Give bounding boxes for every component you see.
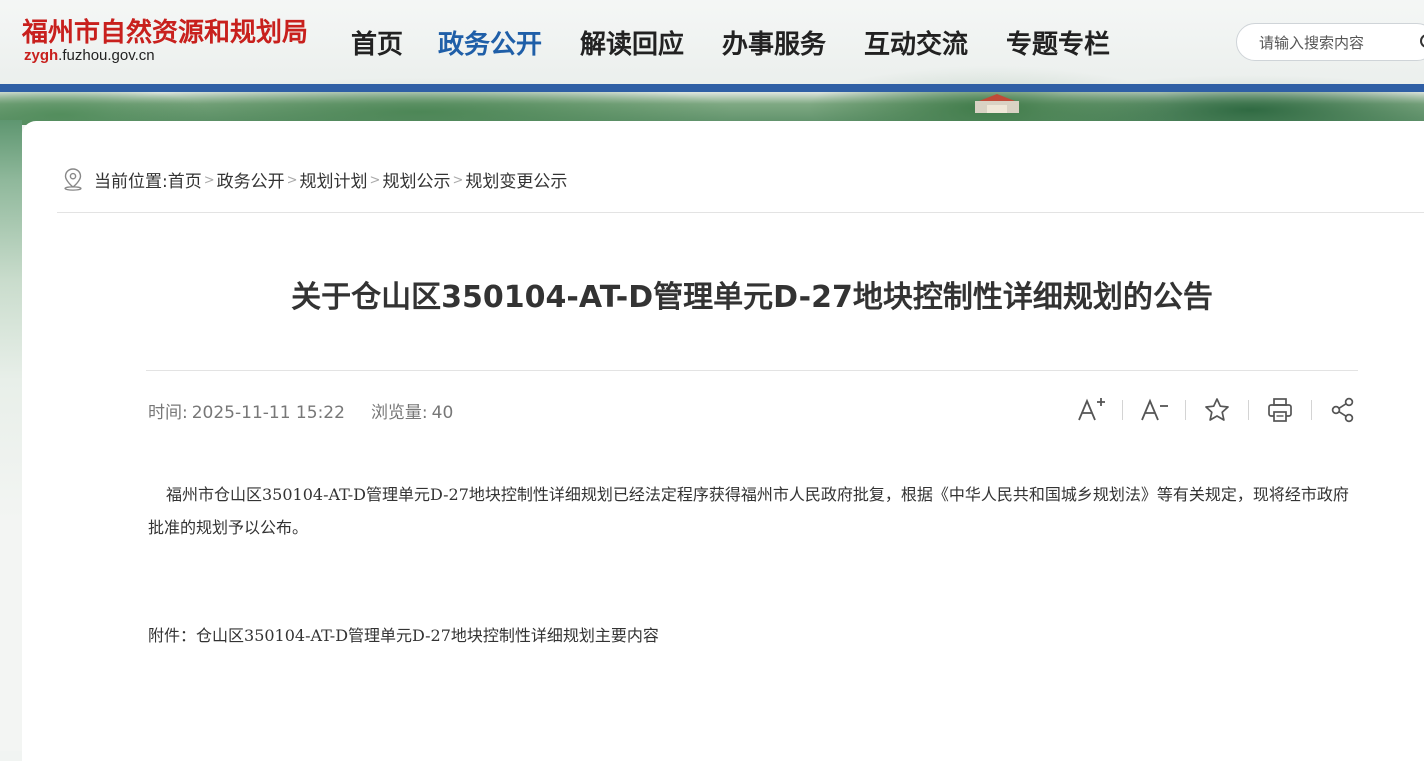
title-divider — [146, 370, 1358, 371]
breadcrumb-label: 当前位置: — [94, 171, 168, 192]
tool-separator — [1185, 400, 1186, 420]
share-icon — [1331, 397, 1354, 423]
search-input[interactable] — [1257, 31, 1407, 55]
breadcrumb-separator: > — [203, 172, 215, 188]
views-label: 浏览量: — [370, 403, 428, 423]
font-increase-icon — [1078, 398, 1105, 421]
time-label: 时间: — [148, 403, 188, 423]
site-url-rest: .fuzhou.gov.cn — [58, 47, 155, 64]
breadcrumb-planning-change-notices[interactable]: 规划变更公示 — [465, 167, 567, 192]
font-decrease-button[interactable] — [1136, 394, 1172, 426]
breadcrumb-home[interactable]: 首页 — [168, 167, 202, 192]
article-tools — [1073, 394, 1361, 426]
tool-separator — [1122, 400, 1123, 420]
attachment-label: 附件： — [148, 626, 197, 645]
search-icon[interactable] — [1419, 33, 1424, 53]
article-meta: 时间: 2025-11-11 15:22 浏览量: 40 — [148, 398, 457, 423]
tool-separator — [1248, 400, 1249, 420]
font-increase-button[interactable] — [1073, 394, 1109, 426]
header-blue-rule — [0, 84, 1424, 92]
star-icon — [1205, 398, 1229, 421]
attachment-link[interactable]: 仓山区350104-AT-D管理单元D-27地块控制性详细规划主要内容 — [196, 626, 659, 645]
time-value: 2025-11-11 15:22 — [191, 403, 345, 423]
breadcrumb-planning-notices[interactable]: 规划公示 — [382, 167, 450, 192]
breadcrumb-divider — [57, 212, 1424, 213]
nav-government-affairs[interactable]: 政务公开 — [438, 24, 542, 61]
nav-interpretation[interactable]: 解读回应 — [580, 24, 684, 61]
tool-separator — [1311, 400, 1312, 420]
content-card — [22, 121, 1424, 761]
article-paragraph: 福州市仓山区350104-AT-D管理单元D-27地块控制性详细规划已经法定程序… — [148, 485, 1349, 537]
location-pin-icon — [64, 168, 82, 191]
font-decrease-icon — [1141, 398, 1168, 421]
search-box[interactable] — [1236, 23, 1424, 61]
views-value: 40 — [431, 403, 454, 423]
article-title: 关于仓山区350104-AT-D管理单元D-27地块控制性详细规划的公告 — [291, 280, 1213, 315]
site-url-bold: zygh — [24, 47, 59, 64]
print-icon — [1268, 398, 1292, 422]
breadcrumb-government-affairs[interactable]: 政务公开 — [217, 167, 285, 192]
nav-special-topics[interactable]: 专题专栏 — [1006, 24, 1110, 61]
left-decoration — [0, 120, 22, 751]
site-logo[interactable]: 福州市自然资源和规划局 — [22, 12, 308, 49]
temple-illustration — [975, 94, 1019, 113]
breadcrumb-separator: > — [452, 172, 464, 188]
print-button[interactable] — [1262, 394, 1298, 426]
attachment: 附件：仓山区350104-AT-D管理单元D-27地块控制性详细规划主要内容 — [148, 622, 659, 646]
article-body: 福州市仓山区350104-AT-D管理单元D-27地块控制性详细规划已经法定程序… — [148, 478, 1360, 544]
breadcrumb-planning-plans[interactable]: 规划计划 — [300, 167, 368, 192]
nav-interaction[interactable]: 互动交流 — [864, 24, 968, 61]
favorite-button[interactable] — [1199, 394, 1235, 426]
nav-home[interactable]: 首页 — [351, 24, 403, 61]
share-button[interactable] — [1325, 394, 1361, 426]
nav-services[interactable]: 办事服务 — [722, 24, 826, 61]
breadcrumb-separator: > — [369, 172, 381, 188]
breadcrumb: 当前位置: 首页 > 政务公开 > 规划计划 > 规划公示 > 规划变更公示 — [62, 166, 567, 192]
breadcrumb-separator: > — [286, 172, 298, 188]
site-url[interactable]: zygh.fuzhou.gov.cn — [24, 47, 155, 64]
